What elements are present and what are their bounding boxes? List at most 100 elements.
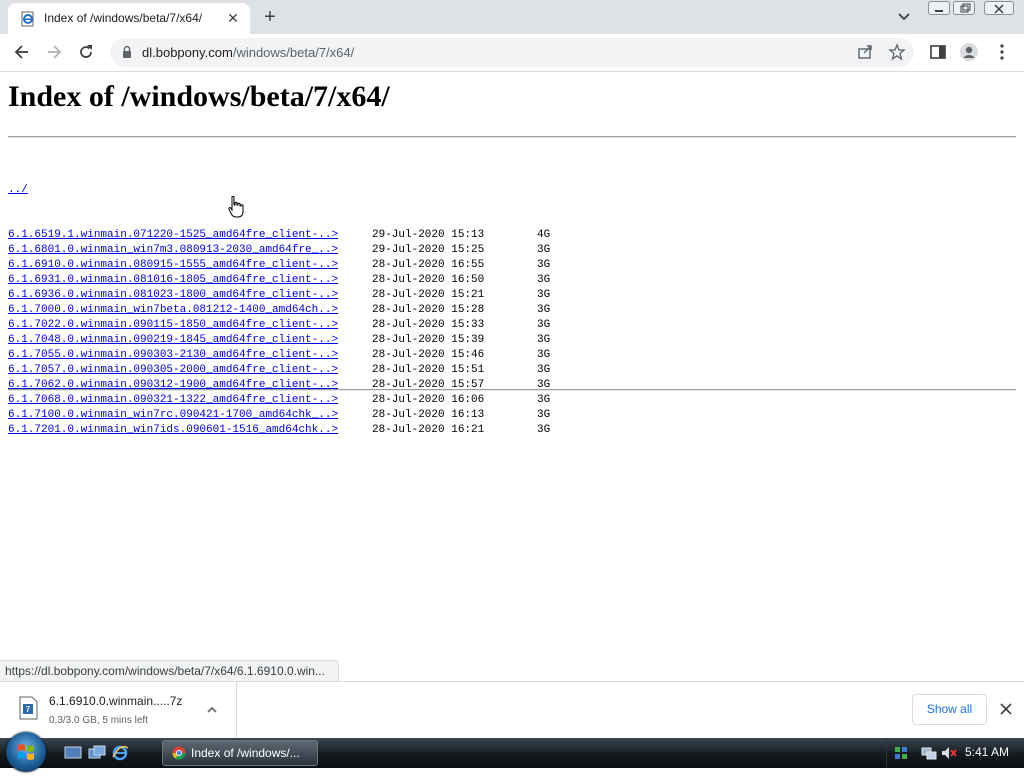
chrome-icon bbox=[172, 746, 186, 760]
ie-page-icon bbox=[21, 11, 34, 27]
kebab-menu-icon[interactable] bbox=[992, 42, 1012, 62]
file-size: 3G bbox=[537, 394, 551, 406]
file-size: 3G bbox=[537, 244, 551, 256]
taskbar: Index of /windows/... 5:41 AM bbox=[0, 732, 1024, 772]
chevron-down-icon[interactable] bbox=[894, 8, 914, 26]
file-date: 28-Jul-2020 16:21 bbox=[372, 424, 485, 436]
table-row: 6.1.7000.0.winmain_win7beta.081212-1400_… bbox=[8, 303, 550, 318]
svg-text:7: 7 bbox=[26, 705, 31, 714]
file-date: 29-Jul-2020 15:13 bbox=[372, 229, 485, 241]
file-size: 3G bbox=[537, 304, 551, 316]
file-listing: ../ 6.1.6519.1.winmain.071220-1525_amd64… bbox=[8, 153, 550, 468]
table-row: 6.1.7048.0.winmain.090219-1845_amd64fre_… bbox=[8, 333, 550, 348]
close-tab-icon[interactable]: ✕ bbox=[224, 9, 242, 27]
file-link[interactable]: 6.1.7201.0.winmain_win7ids.090601-1516_a… bbox=[8, 424, 338, 436]
start-button[interactable] bbox=[6, 732, 46, 772]
file-link[interactable]: 6.1.7000.0.winmain_win7beta.081212-1400_… bbox=[8, 304, 338, 316]
address-bar[interactable]: dl.bobpony.com/windows/beta/7/x64/ bbox=[110, 38, 914, 67]
share-icon[interactable] bbox=[856, 43, 874, 61]
file-link[interactable]: 6.1.6910.0.winmain.080915-1555_amd64fre_… bbox=[8, 259, 338, 271]
status-bubble: https://dl.bobpony.com/windows/beta/7/x6… bbox=[0, 660, 339, 681]
download-progress-text: 0.3/3.0 GB, 5 mins left bbox=[49, 715, 148, 726]
download-item[interactable]: 7 6.1.6910.0.winmain.....7z 0.3/3.0 GB, … bbox=[0, 682, 237, 739]
file-date: 28-Jul-2020 16:13 bbox=[372, 409, 485, 421]
url-path: /windows/beta/7/x64/ bbox=[232, 45, 355, 60]
file-date: 28-Jul-2020 15:28 bbox=[372, 304, 485, 316]
file-date: 28-Jul-2020 15:51 bbox=[372, 364, 485, 376]
tab-strip: Index of /windows/beta/7/x64/ ✕ + bbox=[0, 0, 1024, 34]
volume-muted-icon[interactable] bbox=[941, 745, 957, 761]
side-panel-icon[interactable] bbox=[928, 42, 948, 62]
internet-explorer-icon[interactable] bbox=[111, 745, 129, 761]
top-divider bbox=[8, 136, 1016, 138]
file-size: 4G bbox=[537, 229, 551, 241]
file-size: 3G bbox=[537, 409, 551, 421]
download-shelf: 7 6.1.6910.0.winmain.....7z 0.3/3.0 GB, … bbox=[0, 681, 1024, 739]
table-row: 6.1.7055.0.winmain.090303-2130_amd64fre_… bbox=[8, 348, 550, 363]
table-row: 6.1.6931.0.winmain.081016-1805_amd64fre_… bbox=[8, 273, 550, 288]
page-title: Index of /windows/beta/7/x64/ bbox=[8, 80, 390, 113]
file-date: 28-Jul-2020 16:06 bbox=[372, 394, 485, 406]
taskbar-chrome-button[interactable]: Index of /windows/... bbox=[162, 740, 318, 766]
active-tab[interactable]: Index of /windows/beta/7/x64/ ✕ bbox=[8, 3, 250, 34]
file-link[interactable]: 6.1.7057.0.winmain.090305-2000_amd64fre_… bbox=[8, 364, 338, 376]
window-controls bbox=[926, 1, 1018, 17]
table-row: 6.1.6910.0.winmain.080915-1555_amd64fre_… bbox=[8, 258, 550, 273]
file-size: 3G bbox=[537, 424, 551, 436]
system-tray: 5:41 AM bbox=[886, 738, 1024, 768]
file-date: 28-Jul-2020 15:46 bbox=[372, 349, 485, 361]
page-content: Index of /windows/beta/7/x64/ ../ 6.1.65… bbox=[0, 72, 1024, 681]
action-center-icon[interactable] bbox=[893, 745, 909, 761]
windows-logo-icon bbox=[18, 744, 34, 760]
file-date: 29-Jul-2020 15:25 bbox=[372, 244, 485, 256]
bottom-divider bbox=[8, 389, 1016, 391]
switch-windows-icon[interactable] bbox=[88, 745, 106, 761]
file-link[interactable]: 6.1.6801.0.winmain_win7m3.080913-2030_am… bbox=[8, 244, 338, 256]
table-row: 6.1.7201.0.winmain_win7ids.090601-1516_a… bbox=[8, 423, 550, 438]
profile-icon[interactable] bbox=[959, 42, 979, 62]
file-link[interactable]: 6.1.6931.0.winmain.081016-1805_amd64fre_… bbox=[8, 274, 338, 286]
download-filename: 6.1.6910.0.winmain.....7z bbox=[49, 694, 183, 708]
taskbar-chrome-label: Index of /windows/... bbox=[191, 746, 300, 760]
archive-file-icon: 7 bbox=[19, 696, 38, 720]
clock[interactable]: 5:41 AM bbox=[965, 745, 1009, 759]
star-icon[interactable] bbox=[888, 43, 906, 61]
file-size: 3G bbox=[537, 364, 551, 376]
minimize-icon[interactable] bbox=[928, 1, 950, 15]
restore-icon[interactable] bbox=[953, 1, 975, 15]
file-link[interactable]: 6.1.7068.0.winmain.090321-1322_amd64fre_… bbox=[8, 394, 338, 406]
reload-icon[interactable] bbox=[76, 42, 96, 62]
table-row: 6.1.7100.0.winmain_win7rc.090421-1700_am… bbox=[8, 408, 550, 423]
table-row: 6.1.7068.0.winmain.090321-1322_amd64fre_… bbox=[8, 393, 550, 408]
url-text[interactable]: dl.bobpony.com/windows/beta/7/x64/ bbox=[142, 45, 354, 60]
parent-directory-link[interactable]: ../ bbox=[8, 184, 28, 196]
browser-toolbar: dl.bobpony.com/windows/beta/7/x64/ bbox=[0, 34, 1024, 72]
arrow-right-icon[interactable] bbox=[44, 42, 64, 62]
close-shelf-icon[interactable] bbox=[998, 701, 1014, 717]
window-close-icon[interactable] bbox=[984, 1, 1014, 15]
file-link[interactable]: 6.1.6519.1.winmain.071220-1525_amd64fre_… bbox=[8, 229, 338, 241]
show-all-button[interactable]: Show all bbox=[912, 694, 987, 725]
file-link[interactable]: 6.1.7022.0.winmain.090115-1850_amd64fre_… bbox=[8, 319, 338, 331]
lock-icon[interactable] bbox=[120, 45, 134, 59]
file-link[interactable]: 6.1.7100.0.winmain_win7rc.090421-1700_am… bbox=[8, 409, 338, 421]
file-link[interactable]: 6.1.6936.0.winmain.081023-1800_amd64fre_… bbox=[8, 289, 338, 301]
network-icon[interactable] bbox=[921, 745, 937, 761]
new-tab-icon[interactable]: + bbox=[258, 7, 282, 27]
file-date: 28-Jul-2020 16:55 bbox=[372, 259, 485, 271]
file-link[interactable]: 6.1.7048.0.winmain.090219-1845_amd64fre_… bbox=[8, 334, 338, 346]
parent-row: ../ bbox=[8, 183, 338, 198]
table-row: 6.1.6519.1.winmain.071220-1525_amd64fre_… bbox=[8, 228, 550, 243]
file-size: 3G bbox=[537, 349, 551, 361]
file-link[interactable]: 6.1.7055.0.winmain.090303-2130_amd64fre_… bbox=[8, 349, 338, 361]
table-row: 6.1.7022.0.winmain.090115-1850_amd64fre_… bbox=[8, 318, 550, 333]
file-size: 3G bbox=[537, 259, 551, 271]
table-row: 6.1.7057.0.winmain.090305-2000_amd64fre_… bbox=[8, 363, 550, 378]
chevron-up-icon[interactable] bbox=[204, 702, 220, 718]
show-desktop-icon[interactable] bbox=[64, 745, 82, 761]
file-rows: 6.1.6519.1.winmain.071220-1525_amd64fre_… bbox=[8, 228, 550, 438]
arrow-left-icon[interactable] bbox=[12, 42, 32, 62]
file-date: 28-Jul-2020 15:21 bbox=[372, 289, 485, 301]
url-host: dl.bobpony.com bbox=[142, 45, 233, 60]
tab-title: Index of /windows/beta/7/x64/ bbox=[44, 11, 203, 25]
